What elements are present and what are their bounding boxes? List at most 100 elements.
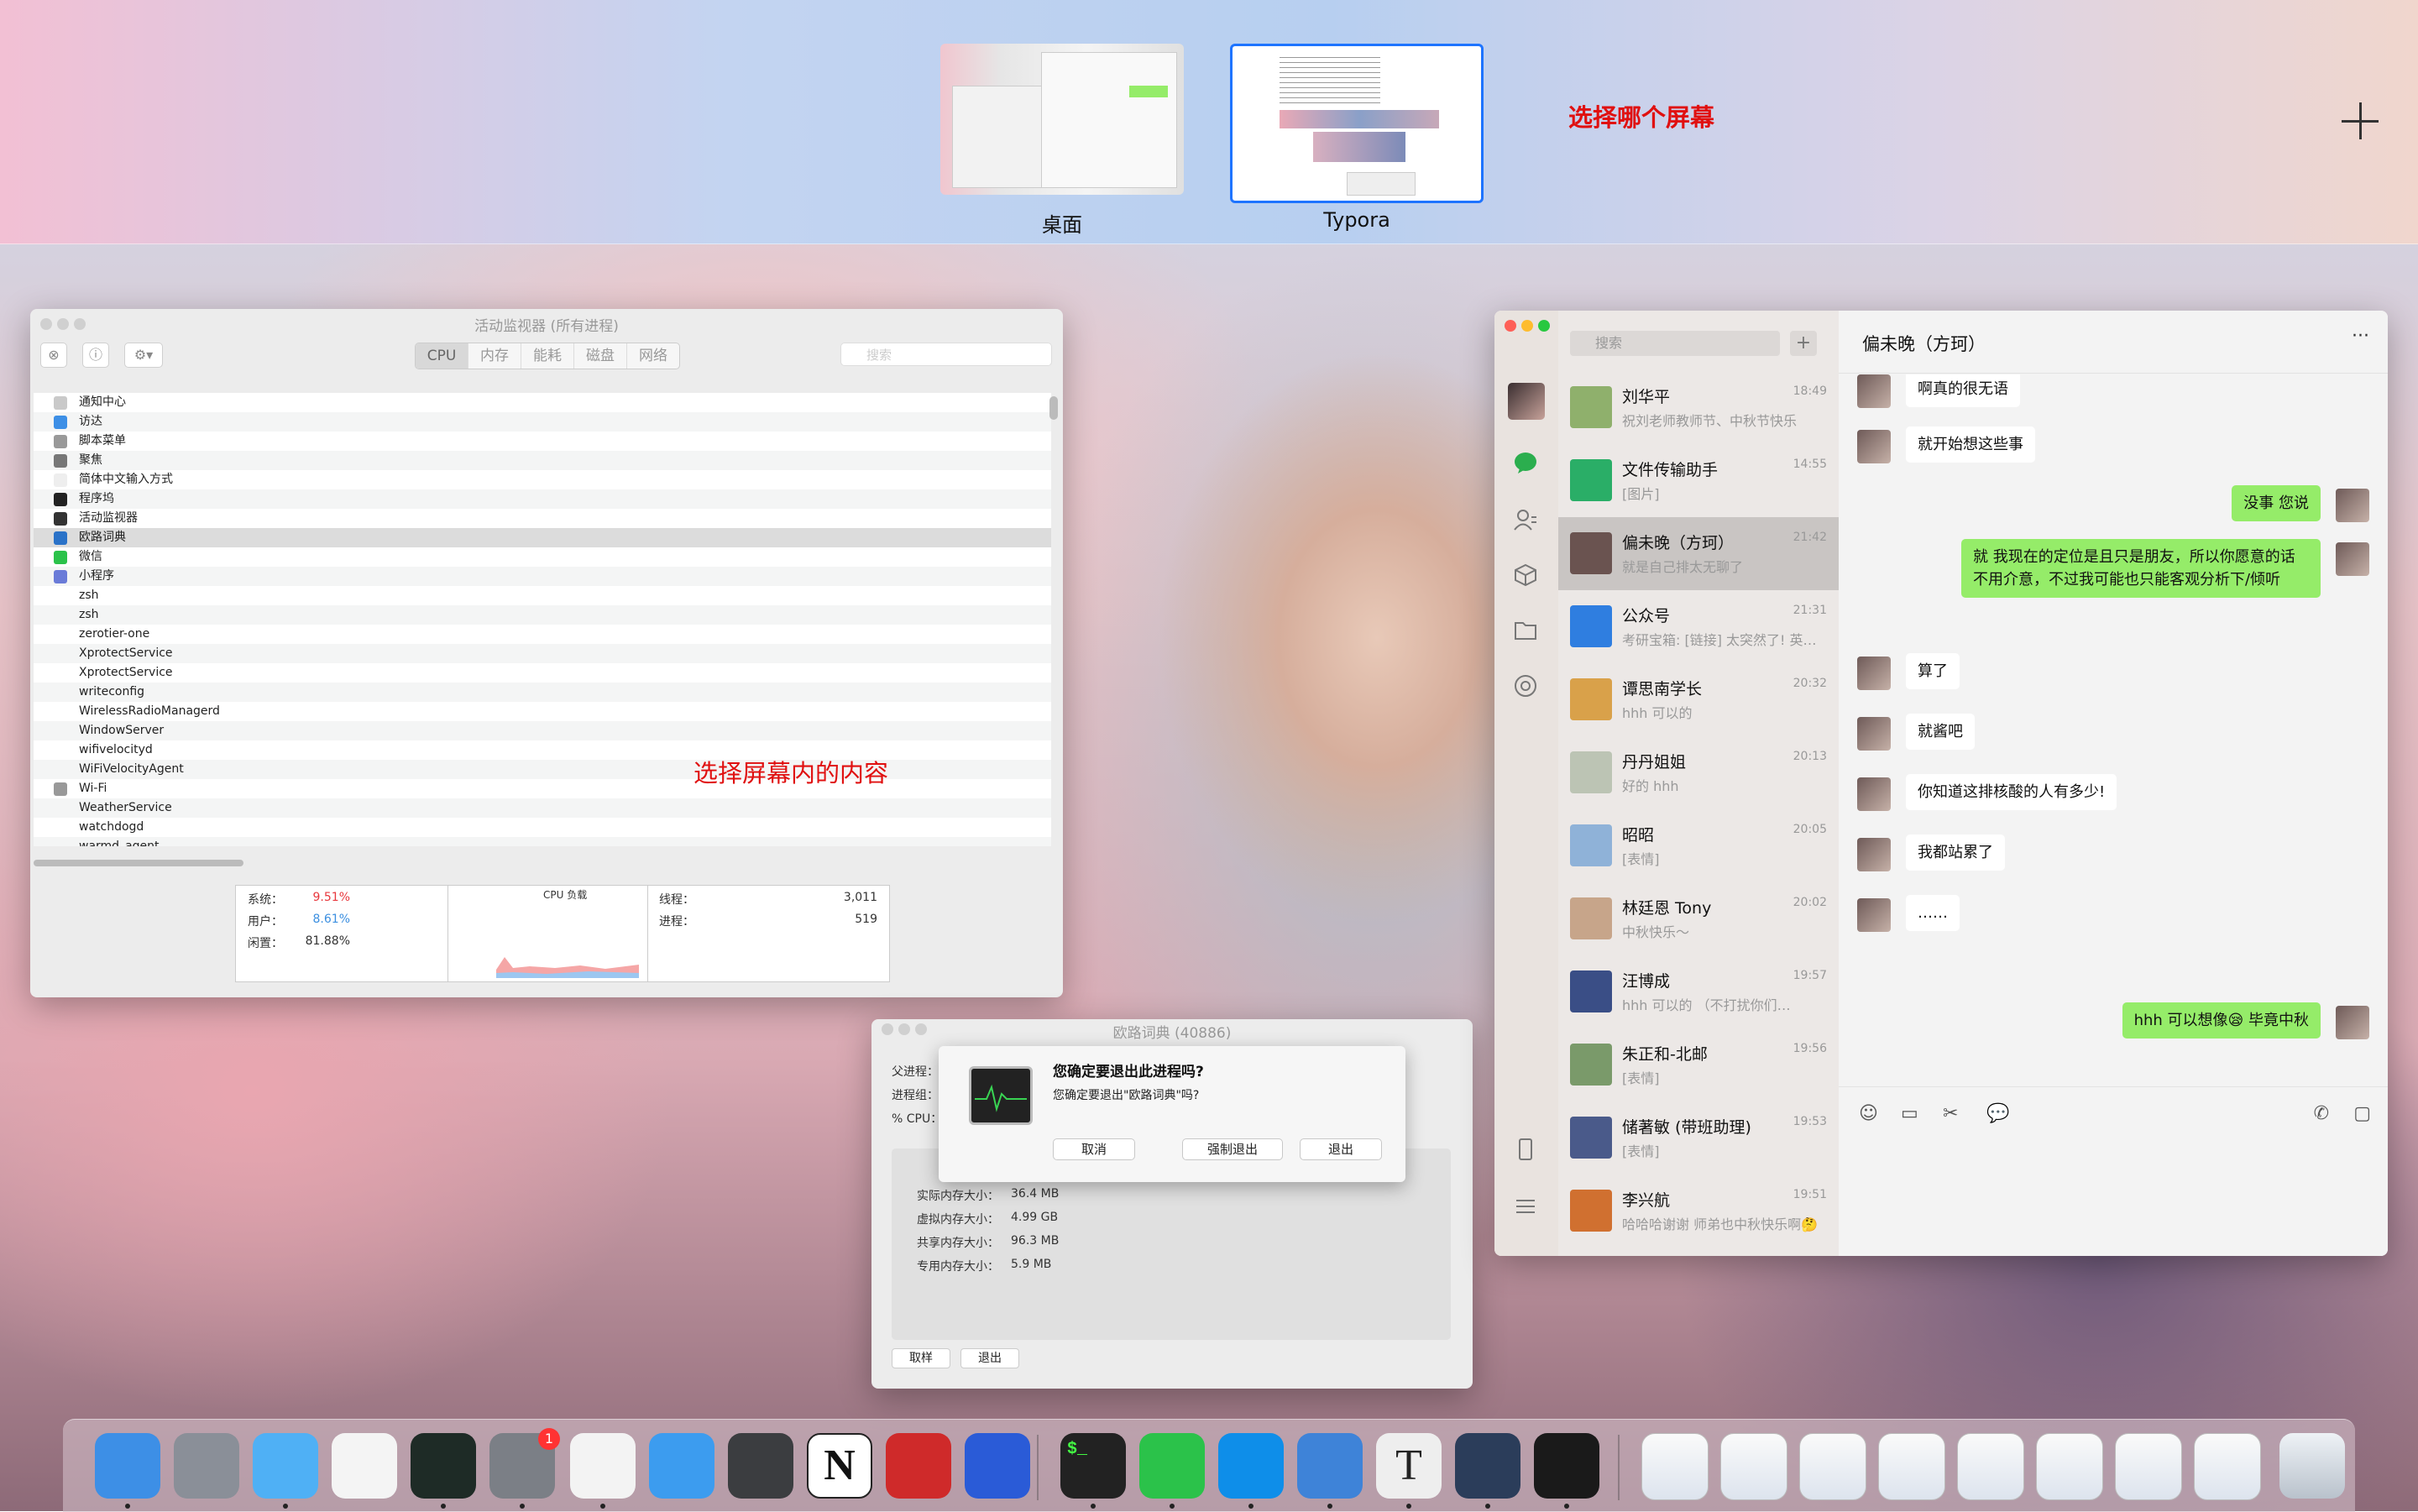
chrome-icon[interactable]: [570, 1433, 636, 1499]
video-call-icon[interactable]: ▢: [2353, 1103, 2371, 1124]
message-avatar[interactable]: [1857, 717, 1891, 751]
message-bubble[interactable]: 啊真的很无语: [1906, 374, 2020, 407]
add-space-button[interactable]: [2342, 102, 2379, 139]
process-row[interactable]: zsh: [34, 605, 1051, 625]
minimized-window-thumbnail[interactable]: [1957, 1433, 2024, 1500]
process-row[interactable]: wifivelocityd: [34, 740, 1051, 760]
tab-memory[interactable]: 内存: [468, 343, 521, 369]
process-row[interactable]: WeatherService: [34, 798, 1051, 818]
conversation-item[interactable]: 储著敏 (带班助理) 19:53 [表情]: [1558, 1101, 1839, 1175]
process-row[interactable]: 访达: [34, 412, 1051, 432]
horizontal-scrollbar[interactable]: [34, 860, 243, 866]
window-controls[interactable]: [1505, 319, 1550, 335]
tab-energy[interactable]: 能耗: [521, 343, 574, 369]
quit-button[interactable]: 退出: [1300, 1138, 1382, 1160]
force-quit-button[interactable]: 强制退出: [1182, 1138, 1283, 1160]
message-bubble[interactable]: 你知道这排核酸的人有多少!: [1906, 774, 2117, 810]
add-chat-button[interactable]: +: [1790, 331, 1817, 356]
reminders-icon[interactable]: [332, 1433, 397, 1499]
info-button[interactable]: ⓘ: [82, 343, 109, 368]
message-bubble[interactable]: hhh 可以想像😪 毕竟中秋: [2122, 1002, 2321, 1039]
message-avatar[interactable]: [2336, 489, 2369, 522]
files-icon[interactable]: [1513, 618, 1538, 643]
process-row[interactable]: zerotier-one: [34, 625, 1051, 644]
typora-icon[interactable]: T: [1376, 1433, 1442, 1499]
process-row[interactable]: 简体中文输入方式: [34, 470, 1051, 489]
message-list[interactable]: 啊真的很无语 就开始想这些事 没事 您说就 我现在的定位是且只是朋友，所以你愿意的话…: [1839, 374, 2388, 1046]
terminal-icon[interactable]: $_: [1060, 1433, 1126, 1499]
process-row[interactable]: WindowServer: [34, 721, 1051, 740]
conversation-item[interactable]: 朱正和-北邮 19:56 [表情]: [1558, 1028, 1839, 1101]
gear-icon[interactable]: ⚙▾: [124, 343, 163, 368]
launchpad-icon[interactable]: [174, 1433, 239, 1499]
process-row[interactable]: watchdogd: [34, 818, 1051, 837]
conversation-item[interactable]: 汪博成 19:57 hhh 可以的 （不打扰你们…: [1558, 955, 1839, 1028]
tab-disk[interactable]: 磁盘: [574, 343, 627, 369]
activity-monitor-window[interactable]: 活动监视器 (所有进程) ⊗ ⓘ ⚙▾ CPU 内存 能耗 磁盘 网络 搜索 通…: [30, 309, 1063, 997]
vertical-scrollbar[interactable]: [1049, 396, 1058, 420]
process-row[interactable]: warmd_agent: [34, 837, 1051, 846]
safari-icon[interactable]: [649, 1433, 714, 1499]
category-tabs[interactable]: CPU 内存 能耗 磁盘 网络: [415, 343, 680, 369]
emoji-icon[interactable]: ☺: [1859, 1103, 1878, 1124]
favorites-icon[interactable]: [1513, 562, 1538, 588]
dock[interactable]: 1 N $_ T: [63, 1419, 2355, 1512]
process-row[interactable]: WirelessRadioManagerd: [34, 702, 1051, 721]
process-row[interactable]: XprotectService: [34, 663, 1051, 683]
search-input[interactable]: 搜索: [840, 343, 1052, 366]
activity-monitor-icon[interactable]: [1534, 1433, 1599, 1499]
process-row[interactable]: Wi-Fi: [34, 779, 1051, 798]
chat-panel[interactable]: 偏未晚（方珂） ··· 啊真的很无语 就开始想这些事 没事 您说就 我现在的定位是且…: [1839, 311, 2388, 1256]
conversation-list[interactable]: 搜索 + 刘华平 18:49 祝刘老师教师节、中秋节快乐 文件传输助手 14:55 [图片…: [1558, 311, 1839, 1256]
minimize-button[interactable]: [1521, 320, 1533, 332]
minimized-window-thumbnail[interactable]: [2194, 1433, 2261, 1500]
conversation-item[interactable]: 林廷恩 Tony 20:02 中秋快乐～: [1558, 882, 1839, 955]
conversation-item[interactable]: 丹丹姐姐 20:13 好的 hhh: [1558, 736, 1839, 809]
zoom-button[interactable]: [1538, 320, 1550, 332]
folder-icon[interactable]: ▭: [1901, 1103, 1918, 1124]
teamviewer-icon[interactable]: [1218, 1433, 1284, 1499]
sample-button[interactable]: 取样: [892, 1348, 950, 1368]
tab-network[interactable]: 网络: [627, 343, 679, 369]
process-row[interactable]: 小程序: [34, 567, 1051, 586]
conversation-item[interactable]: 谭思南学长 20:32 hhh 可以的: [1558, 663, 1839, 736]
voice-call-icon[interactable]: ✆: [2314, 1103, 2329, 1124]
moments-icon[interactable]: [1513, 673, 1538, 698]
scissors-icon[interactable]: ✂: [1943, 1103, 1958, 1124]
cancel-button[interactable]: 取消: [1053, 1138, 1135, 1160]
chat-icon[interactable]: [1513, 450, 1538, 475]
process-row[interactable]: 聚焦: [34, 451, 1051, 470]
process-row[interactable]: 欧路词典: [34, 528, 1051, 547]
system-preferences-icon[interactable]: 1: [489, 1428, 560, 1499]
more-button[interactable]: ···: [2352, 326, 2369, 347]
wechat-window[interactable]: 搜索 + 刘华平 18:49 祝刘老师教师节、中秋节快乐 文件传输助手 14:55 [图片…: [1494, 311, 2388, 1256]
conversation-item[interactable]: 李兴航 19:51 哈哈哈谢谢 师弟也中秋快乐啊🤔: [1558, 1175, 1839, 1248]
minimized-window-thumbnail[interactable]: [1641, 1433, 1709, 1500]
stop-process-button[interactable]: ⊗: [40, 343, 67, 368]
message-avatar[interactable]: [1857, 777, 1891, 811]
minimized-window-thumbnail[interactable]: [1720, 1433, 1787, 1500]
messages-icon[interactable]: [253, 1433, 318, 1499]
tab-cpu[interactable]: CPU: [416, 343, 468, 369]
conversation-item[interactable]: 文件传输助手 14:55 [图片]: [1558, 444, 1839, 517]
space-desktop-thumbnail[interactable]: [940, 44, 1184, 195]
process-row[interactable]: zsh: [34, 586, 1051, 605]
pycharm-icon[interactable]: [411, 1433, 476, 1499]
conversation-item[interactable]: 刘华平 18:49 祝刘老师教师节、中秋节快乐: [1558, 371, 1839, 444]
zotero-icon[interactable]: [886, 1433, 951, 1499]
message-bubble[interactable]: 就 我现在的定位是且只是朋友，所以你愿意的话不用介意，不过我可能也只能客观分析下…: [1961, 539, 2321, 598]
message-bubble[interactable]: 没事 您说: [2232, 485, 2321, 521]
finder-icon[interactable]: [95, 1433, 160, 1499]
menu-icon[interactable]: [1513, 1194, 1538, 1219]
minimized-window-thumbnail[interactable]: [2115, 1433, 2182, 1500]
wechat-icon[interactable]: [1139, 1433, 1205, 1499]
message-bubble[interactable]: ……: [1906, 895, 1960, 931]
process-row[interactable]: 通知中心: [34, 393, 1051, 412]
process-row[interactable]: XprotectService: [34, 644, 1051, 663]
message-bubble[interactable]: 算了: [1906, 653, 1960, 689]
dictionary-icon[interactable]: [1297, 1433, 1363, 1499]
message-avatar[interactable]: [1857, 657, 1891, 690]
process-row[interactable]: WiFiVelocityAgent: [34, 760, 1051, 779]
notion-icon[interactable]: N: [807, 1433, 872, 1499]
message-avatar[interactable]: [1857, 430, 1891, 463]
